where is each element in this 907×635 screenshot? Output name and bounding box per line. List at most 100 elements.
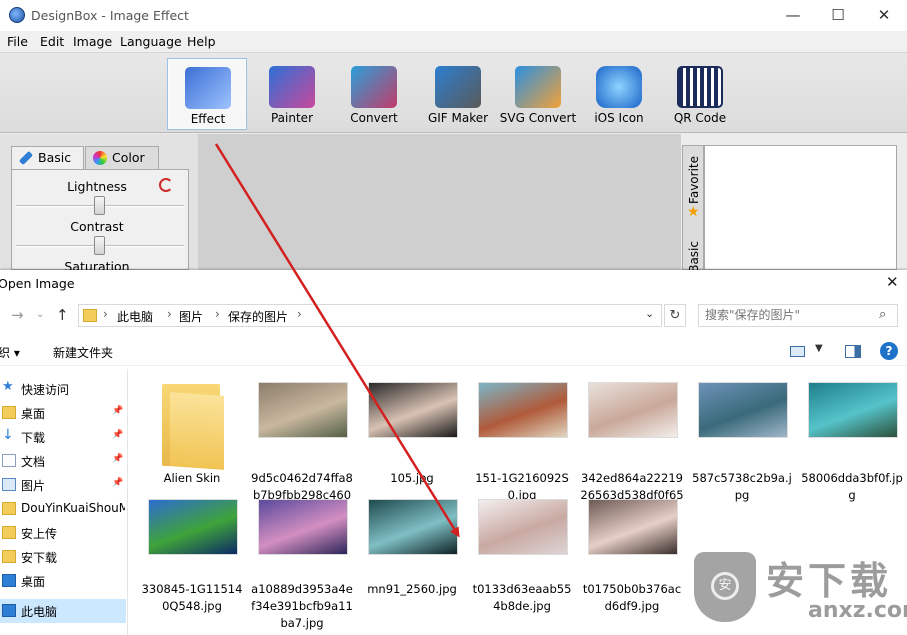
file-name: t01750b0b376acd6df9.jpg: [582, 582, 682, 613]
image-thumbnail: [588, 499, 678, 555]
chevron-right-icon: ›: [167, 307, 172, 321]
nav-item[interactable]: 此电脑: [0, 599, 126, 623]
view-dropdown-icon[interactable]: ▼: [815, 343, 823, 354]
tab-label: Basic: [38, 150, 72, 165]
chevron-right-icon: ›: [297, 307, 302, 321]
pane-divider[interactable]: [127, 369, 128, 635]
search-input[interactable]: [705, 308, 875, 322]
file-item[interactable]: 587c5738c2b9a.jpg: [690, 382, 794, 521]
menu-image[interactable]: Image: [73, 34, 112, 49]
file-item[interactable]: t01750b0b376acd6df9.jpg: [580, 499, 684, 635]
gif-maker-icon: [435, 66, 481, 108]
desktop-folder-icon: [2, 406, 16, 419]
file-item[interactable]: 330845-1G115140Q548.jpg: [140, 499, 244, 635]
tab-basic-side[interactable]: Basic: [687, 241, 701, 273]
address-bar[interactable]: › 此电脑 › 图片 › 保存的图片 › ⌄: [78, 304, 662, 327]
convert-icon: [351, 66, 397, 108]
nav-item-label: 桌面: [21, 407, 46, 421]
folder-icon: [2, 550, 16, 563]
chevron-down-icon[interactable]: ⌄: [645, 307, 654, 320]
nav-item[interactable]: 桌面 📌: [0, 401, 126, 425]
tab-favorite[interactable]: Favorite: [687, 156, 701, 204]
tool-convert[interactable]: Convert: [334, 58, 414, 130]
star-icon: ★: [687, 204, 700, 220]
menu-edit[interactable]: Edit: [40, 34, 64, 49]
tool-label: QR Code: [673, 111, 727, 125]
menu-language[interactable]: Language: [120, 34, 182, 49]
tool-effect[interactable]: Effect: [167, 58, 247, 130]
watermark-text: 安下载: [766, 559, 893, 603]
nav-item[interactable]: ↓ 下载 📌: [0, 425, 126, 449]
file-item[interactable]: a10889d3953a4ef34e391bcfb9a11ba7.jpg: [250, 499, 354, 635]
tab-basic[interactable]: Basic: [11, 146, 84, 170]
image-thumbnail: [368, 382, 458, 438]
folder-icon: [2, 502, 16, 515]
nav-item-label: 快速访问: [21, 383, 70, 397]
image-thumbnail: [698, 382, 788, 438]
breadcrumb-saved-pictures[interactable]: 保存的图片: [228, 308, 288, 325]
up-arrow-icon[interactable]: ↑: [56, 306, 69, 324]
documents-icon: [2, 454, 16, 467]
organize-button[interactable]: 织 ▾: [0, 344, 20, 361]
shield-logo-char: 安: [711, 572, 739, 600]
nav-item-label: 文档: [21, 455, 46, 469]
nav-item[interactable]: 安上传: [0, 521, 126, 545]
image-thumbnail: [588, 382, 678, 438]
breadcrumb-this-pc[interactable]: 此电脑: [117, 308, 153, 325]
pin-icon: 📌: [112, 454, 124, 464]
back-arrow-icon[interactable]: →: [11, 306, 24, 324]
search-box[interactable]: ⌕: [698, 304, 898, 327]
tool-painter[interactable]: Painter: [252, 58, 332, 130]
minimize-button[interactable]: —: [770, 0, 816, 31]
basic-settings: Lightness Contrast Saturation: [11, 169, 189, 274]
menu-help[interactable]: Help: [187, 34, 216, 49]
refresh-button[interactable]: ↻: [664, 304, 686, 327]
file-item[interactable]: mn91_2560.jpg: [360, 499, 464, 635]
tool-bar: Effect Painter Convert GIF Maker SVG Con…: [0, 53, 907, 133]
file-name: 330845-1G115140Q548.jpg: [141, 582, 243, 613]
pin-icon: 📌: [112, 406, 124, 416]
nav-item[interactable]: ★ 快速访问: [0, 377, 126, 401]
file-item[interactable]: t0133d63eaab554b8de.jpg: [470, 499, 574, 635]
maximize-button[interactable]: ☐: [815, 0, 861, 31]
menu-file[interactable]: File: [7, 34, 28, 49]
new-folder-button[interactable]: 新建文件夹: [53, 344, 113, 361]
file-name: 58006dda3bf0f.jpg: [801, 471, 903, 502]
desktop-icon: [2, 574, 16, 587]
search-icon[interactable]: ⌕: [879, 307, 886, 322]
tool-ios-icon[interactable]: iOS Icon: [579, 58, 659, 130]
file-name: 587c5738c2b9a.jpg: [692, 471, 792, 502]
title-bar: DesignBox - Image Effect — ☐ ✕: [0, 0, 907, 31]
side-tabs: Favorite ★ Basic: [682, 145, 704, 273]
file-item[interactable]: 58006dda3bf0f.jpg: [800, 382, 904, 521]
view-options-icon[interactable]: [790, 346, 805, 357]
help-icon[interactable]: ?: [880, 342, 898, 360]
image-thumbnail: [808, 382, 898, 438]
navigation-pane: ★ 快速访问 桌面 📌 ↓ 下载 📌 文档 📌 图片 📌 DouYinKuaiShouM 安上传 安下载桌…: [0, 369, 126, 635]
tool-svg-convert[interactable]: SVG Convert: [498, 58, 578, 130]
close-button[interactable]: ✕: [861, 0, 907, 31]
contrast-slider-thumb[interactable]: [94, 236, 105, 255]
file-name: Alien Skin: [163, 471, 221, 485]
refresh-icon: ↻: [669, 308, 681, 323]
nav-item[interactable]: DouYinKuaiShouM: [0, 497, 126, 521]
breadcrumb-pictures[interactable]: 图片: [179, 308, 203, 325]
recent-dropdown-icon[interactable]: ⌄: [36, 309, 44, 320]
nav-item[interactable]: 安下载: [0, 545, 126, 569]
image-canvas[interactable]: [198, 134, 681, 270]
tab-color[interactable]: Color: [85, 146, 159, 170]
reset-icon[interactable]: [159, 178, 173, 192]
nav-item[interactable]: 桌面: [0, 569, 126, 593]
nav-item-label: 此电脑: [21, 605, 58, 619]
nav-item[interactable]: 图片 📌: [0, 473, 126, 497]
tool-qr-code[interactable]: QR Code: [660, 58, 740, 130]
lightness-slider-thumb[interactable]: [94, 196, 105, 215]
preview-pane-icon[interactable]: [845, 345, 861, 358]
pictures-icon: [2, 478, 16, 491]
star-icon: ★: [2, 379, 14, 394]
dialog-close-button[interactable]: ✕: [886, 273, 899, 291]
nav-item[interactable]: 文档 📌: [0, 449, 126, 473]
image-thumbnail: [148, 499, 238, 555]
tab-label: Color: [112, 150, 145, 165]
file-name: a10889d3953a4ef34e391bcfb9a11ba7.jpg: [251, 582, 353, 630]
